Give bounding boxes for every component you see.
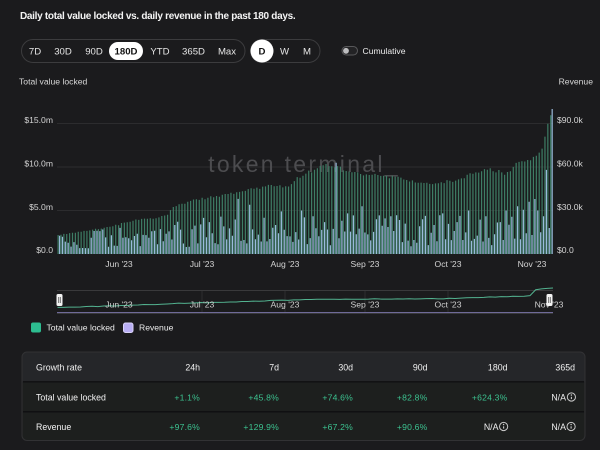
svg-text:Jul '23: Jul '23 [190, 300, 215, 310]
svg-text:+129.9%: +129.9% [243, 422, 279, 432]
svg-text:180D: 180D [115, 46, 138, 57]
svg-text:Cumulative: Cumulative [363, 46, 406, 56]
svg-text:Revenue: Revenue [559, 77, 594, 87]
svg-text:Total value locked: Total value locked [19, 77, 88, 87]
svg-text:$0.0: $0.0 [36, 245, 53, 255]
svg-text:Revenue: Revenue [139, 323, 174, 333]
svg-text:7D: 7D [29, 46, 41, 57]
svg-text:90D: 90D [85, 46, 103, 57]
svg-text:D: D [259, 46, 266, 57]
svg-text:+97.6%: +97.6% [169, 422, 200, 432]
svg-text:365D: 365D [182, 46, 205, 57]
svg-text:N/A: N/A [484, 422, 499, 432]
svg-text:Total value locked: Total value locked [47, 323, 116, 333]
svg-text:24h: 24h [185, 362, 200, 372]
svg-text:$0.0: $0.0 [557, 245, 574, 255]
svg-text:Jun '23: Jun '23 [105, 300, 133, 310]
svg-text:YTD: YTD [150, 46, 169, 57]
svg-text:Max: Max [218, 46, 236, 57]
svg-text:Sep '23: Sep '23 [351, 259, 380, 269]
svg-text:Revenue: Revenue [36, 422, 71, 432]
svg-text:Aug '23: Aug '23 [271, 259, 300, 269]
svg-text:M: M [303, 46, 311, 57]
svg-text:90d: 90d [413, 362, 428, 372]
svg-text:Oct '23: Oct '23 [435, 259, 462, 269]
svg-text:30d: 30d [338, 362, 353, 372]
svg-text:token terminal_: token terminal_ [208, 151, 400, 177]
svg-text:N/A: N/A [551, 422, 566, 432]
svg-text:W: W [280, 46, 290, 57]
svg-text:Daily total value locked vs. d: Daily total value locked vs. daily reven… [20, 11, 296, 22]
svg-text:7d: 7d [269, 362, 279, 372]
svg-text:$15.0m: $15.0m [24, 115, 53, 125]
svg-text:$5.0m: $5.0m [29, 202, 53, 212]
svg-text:Sep '23: Sep '23 [351, 300, 380, 310]
svg-text:Total value locked: Total value locked [36, 392, 106, 402]
svg-text:$10.0m: $10.0m [24, 159, 53, 169]
svg-text:Aug '23: Aug '23 [271, 300, 300, 310]
svg-text:N/A: N/A [551, 392, 566, 402]
svg-text:+67.2%: +67.2% [322, 422, 353, 432]
svg-text:$30.0k: $30.0k [557, 202, 584, 212]
svg-text:+82.8%: +82.8% [397, 392, 428, 402]
svg-text:Growth rate: Growth rate [36, 362, 82, 372]
svg-text:+74.6%: +74.6% [322, 392, 353, 402]
svg-text:180d: 180d [488, 362, 508, 372]
svg-text:365d: 365d [555, 362, 575, 372]
svg-text:30D: 30D [54, 46, 72, 57]
svg-text:$60.0k: $60.0k [557, 159, 584, 169]
svg-text:+90.6%: +90.6% [397, 422, 428, 432]
svg-text:$90.0k: $90.0k [557, 115, 584, 125]
svg-text:+1.1%: +1.1% [174, 392, 200, 402]
svg-text:+45.8%: +45.8% [248, 392, 279, 402]
svg-text:Oct '23: Oct '23 [435, 300, 462, 310]
svg-text:Jun '23: Jun '23 [105, 259, 133, 269]
svg-text:Nov '23: Nov '23 [518, 259, 547, 269]
svg-text:+624.3%: +624.3% [472, 392, 508, 402]
svg-text:Jul '23: Jul '23 [190, 259, 215, 269]
